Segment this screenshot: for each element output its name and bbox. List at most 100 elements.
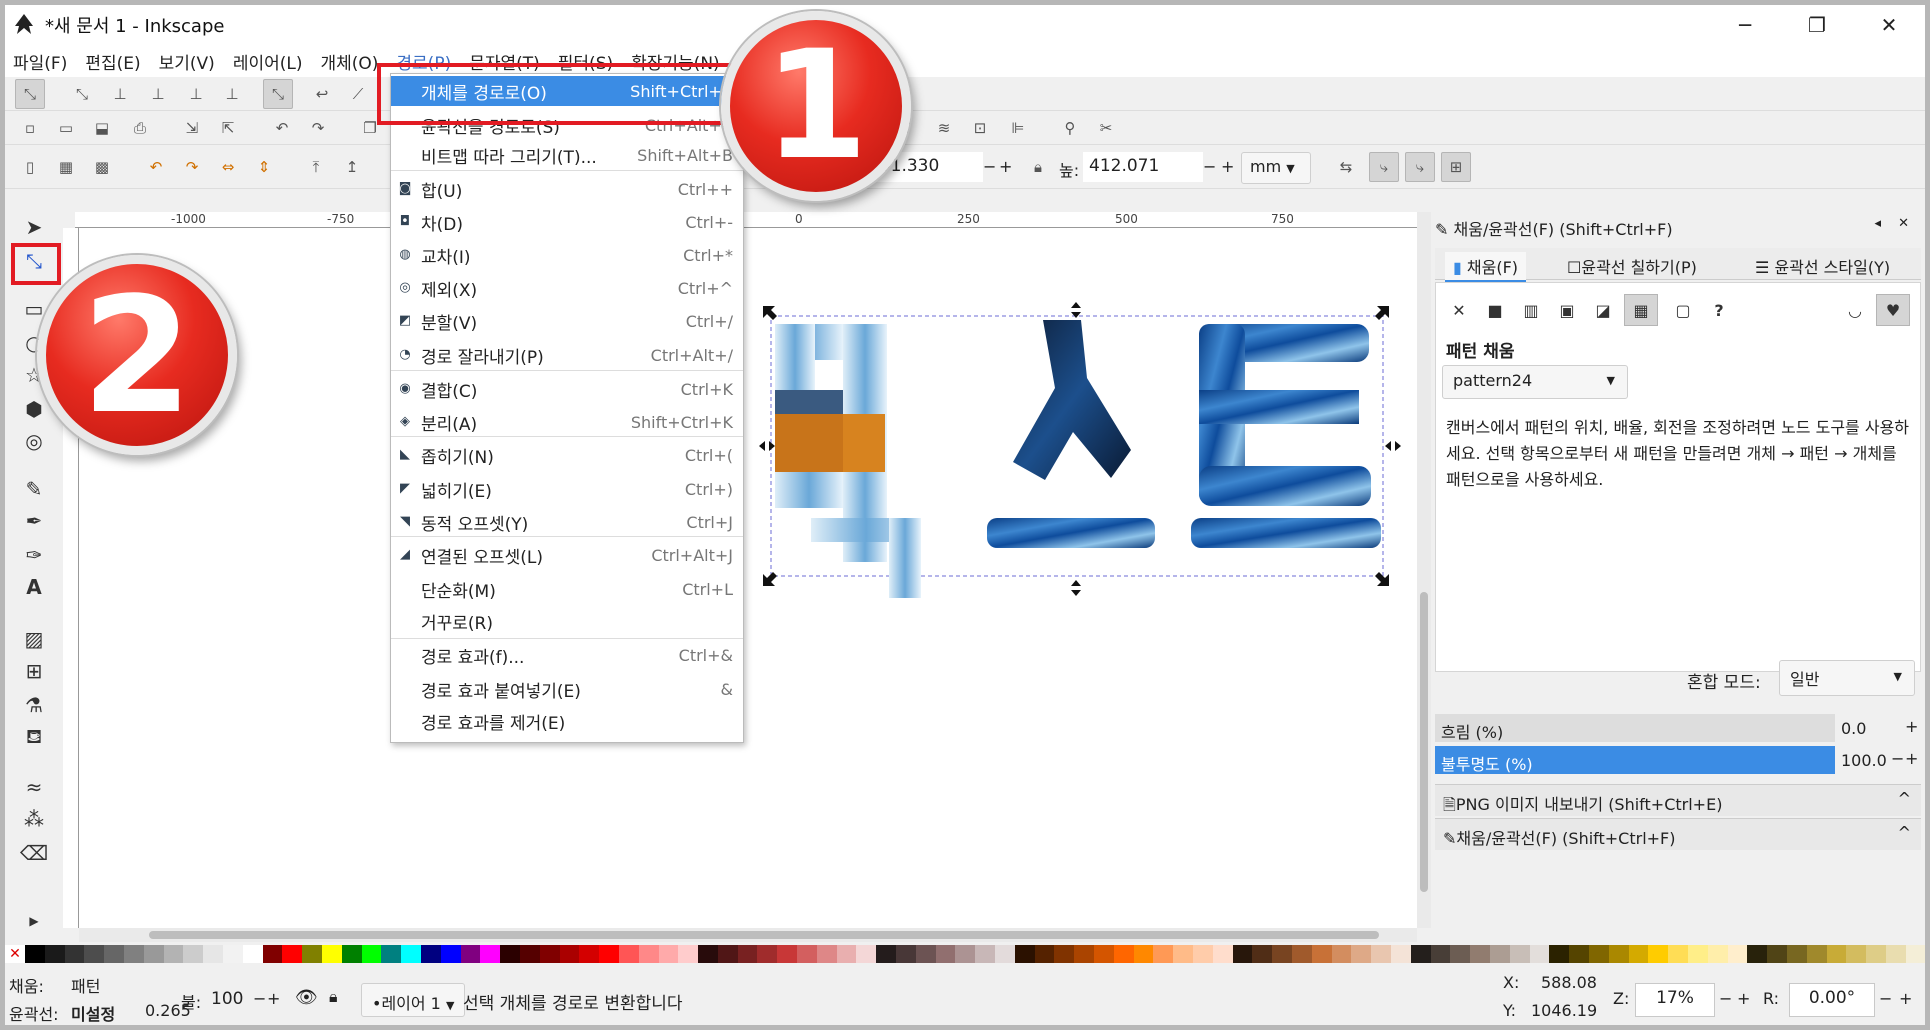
- symmetric-node-icon[interactable]: ⟋: [347, 83, 369, 105]
- document-properties-icon[interactable]: ✂: [1095, 117, 1117, 139]
- radial-gradient-icon[interactable]: ▣: [1554, 297, 1580, 323]
- maximize-button[interactable]: ❐: [1781, 5, 1853, 45]
- cusp-node-icon[interactable]: ⤡: [263, 79, 293, 109]
- menu-object[interactable]: 개체(O): [320, 49, 378, 74]
- xml-editor-icon[interactable]: ⊡: [969, 117, 991, 139]
- raise-to-top-icon[interactable]: ⤒: [305, 156, 327, 178]
- undo-icon[interactable]: ↶: [271, 117, 293, 139]
- pen-tool-icon[interactable]: ✒: [19, 506, 49, 536]
- width-decrement-button[interactable]: −: [983, 157, 996, 176]
- rotation-decrement-button[interactable]: −: [1879, 989, 1892, 1008]
- move-patterns-icon[interactable]: ⊞: [1441, 152, 1471, 182]
- blur-value[interactable]: 0.0: [1841, 719, 1866, 738]
- zoom-spin[interactable]: 17%: [1635, 983, 1715, 1017]
- height-field[interactable]: 412.071: [1083, 152, 1203, 182]
- vertical-scrollbar[interactable]: [1417, 212, 1431, 928]
- opacity-value[interactable]: 100.0: [1841, 751, 1887, 770]
- deselect-icon[interactable]: ▩: [91, 156, 113, 178]
- opacity-slider-increment-button[interactable]: +: [1905, 749, 1918, 768]
- zoom-decrement-button[interactable]: −: [1719, 989, 1732, 1008]
- raise-icon[interactable]: ↥: [341, 156, 363, 178]
- path-menu-item[interactable]: ◤ 넓히기(E) Ctrl+): [391, 474, 743, 504]
- horizontal-scroll-thumb[interactable]: [149, 931, 1379, 939]
- pattern-icon[interactable]: ▦: [1624, 294, 1658, 326]
- flat-color-icon[interactable]: ■: [1482, 297, 1508, 323]
- dock-close-icon[interactable]: ✕: [1898, 216, 1909, 231]
- opacity-slider[interactable]: 불투명도 (%): [1435, 746, 1835, 774]
- path-menu-item[interactable]: 경로 효과 붙여넣기(E) &: [391, 674, 743, 704]
- tab-stroke-paint[interactable]: ☐윤곽선 칠하기(P): [1559, 252, 1705, 280]
- path-menu-item[interactable]: ◙ 합(U) Ctrl++: [391, 174, 743, 204]
- layer-select[interactable]: •레이어 1 ▼: [361, 983, 466, 1017]
- opacity-increment-button[interactable]: +: [267, 989, 280, 1008]
- path-menu-item[interactable]: ◔ 경로 잘라내기(P) Ctrl+Alt+/: [391, 340, 743, 370]
- fill-stroke-panel-header[interactable]: ✎채움/윤곽선(F) (Shift+Ctrl+F) ^: [1435, 818, 1921, 850]
- path-menu-item[interactable]: 경로 효과(f)... Ctrl+&: [391, 640, 743, 670]
- path-menu-item[interactable]: ◎ 제외(X) Ctrl+^: [391, 273, 743, 303]
- horizontal-scrollbar[interactable]: [79, 928, 1417, 942]
- unset-paint-button[interactable]: ?: [1706, 297, 1732, 323]
- blur-slider[interactable]: 흐림 (%): [1435, 714, 1835, 742]
- linear-gradient-icon[interactable]: ▥: [1518, 297, 1544, 323]
- select-all-layers-icon[interactable]: ▦: [55, 156, 77, 178]
- preferences-icon[interactable]: ⚲: [1059, 117, 1081, 139]
- path-menu-item[interactable]: ◩ 분할(V) Ctrl+/: [391, 306, 743, 336]
- color-palette[interactable]: ✕: [5, 945, 1925, 963]
- vertical-scroll-thumb[interactable]: [1420, 592, 1428, 892]
- pencil-tool-icon[interactable]: ✎: [19, 474, 49, 504]
- tweak-tool-icon[interactable]: ≈: [19, 772, 49, 802]
- selector-tool-icon[interactable]: ➤: [19, 212, 49, 242]
- no-paint-swatch[interactable]: ✕: [5, 945, 25, 963]
- calligraphy-tool-icon[interactable]: ✑: [19, 540, 49, 570]
- expand-toolbox-icon[interactable]: ▶: [19, 906, 49, 936]
- insert-node-icon[interactable]: ⤡: [71, 83, 93, 105]
- new-document-icon[interactable]: ▫: [19, 117, 41, 139]
- evenodd-fill-icon[interactable]: ◡: [1842, 297, 1868, 323]
- tab-stroke-style[interactable]: ☰ 윤곽선 스타일(Y): [1747, 252, 1898, 280]
- path-menu-item[interactable]: ◘ 차(D) Ctrl+-: [391, 207, 743, 237]
- mesh-gradient-icon[interactable]: ◪: [1590, 297, 1616, 323]
- menu-view[interactable]: 보기(V): [159, 49, 215, 74]
- no-paint-button[interactable]: ✕: [1446, 297, 1472, 323]
- scale-corners-icon[interactable]: ⤷: [1369, 152, 1399, 182]
- minimize-button[interactable]: ─: [1709, 5, 1781, 45]
- width-increment-button[interactable]: +: [999, 157, 1012, 176]
- nonzero-fill-icon[interactable]: ♥: [1876, 294, 1910, 326]
- break-node-icon[interactable]: ⊥: [185, 83, 207, 105]
- blend-mode-select[interactable]: 일반 ▼: [1779, 660, 1915, 696]
- flip-vertical-icon[interactable]: ⇕: [253, 156, 275, 178]
- dock-pin-icon[interactable]: ◂: [1874, 216, 1881, 231]
- rotation-increment-button[interactable]: +: [1899, 989, 1912, 1008]
- redo-icon[interactable]: ↷: [307, 117, 329, 139]
- save-icon[interactable]: ⬓: [91, 117, 113, 139]
- png-export-panel-header[interactable]: 🗎︎PNG 이미지 내보내기 (Shift+Ctrl+E) ^: [1435, 784, 1921, 816]
- tab-fill[interactable]: ▮ 채움(F): [1445, 252, 1527, 283]
- stroke-value[interactable]: 미설정: [71, 1001, 115, 1025]
- path-menu-item[interactable]: ◥ 동적 오프셋(Y) Ctrl+J: [391, 507, 743, 537]
- dropper-tool-icon[interactable]: ⚗: [19, 690, 49, 720]
- spray-tool-icon[interactable]: ⁂: [19, 804, 49, 834]
- path-menu-item[interactable]: 경로 효과를 제거(E): [391, 706, 743, 736]
- layers-icon[interactable]: ≋: [933, 117, 955, 139]
- open-file-icon[interactable]: ▭: [55, 117, 77, 139]
- align-distribute-icon[interactable]: ⊫: [1007, 117, 1029, 139]
- swatch-icon[interactable]: ▢: [1670, 297, 1696, 323]
- height-decrement-button[interactable]: −: [1203, 157, 1216, 176]
- 3d-box-tool-icon[interactable]: ⬢: [19, 394, 49, 424]
- scale-stroke-icon[interactable]: ⇆: [1335, 156, 1357, 178]
- join-nodes-icon[interactable]: ⊥: [147, 83, 169, 105]
- paint-bucket-tool-icon[interactable]: ⛾: [19, 722, 49, 752]
- path-menu-item[interactable]: ◣ 좁히기(N) Ctrl+(: [391, 440, 743, 470]
- node-select-icon[interactable]: ⤡: [15, 79, 45, 109]
- select-all-icon[interactable]: ▯: [19, 156, 41, 178]
- join-segment-icon[interactable]: ⊥: [221, 83, 243, 105]
- zoom-increment-button[interactable]: +: [1737, 989, 1750, 1008]
- rotate-cw-icon[interactable]: ↷: [181, 156, 203, 178]
- fill-value[interactable]: 패턴: [71, 973, 100, 997]
- path-menu-item[interactable]: 단순화(M) Ctrl+L: [391, 574, 743, 604]
- unit-select[interactable]: mm ▼: [1241, 152, 1311, 184]
- text-tool-icon[interactable]: A: [19, 572, 49, 602]
- path-menu-item[interactable]: 비트맵 따라 그리기(T)... Shift+Alt+B: [391, 140, 743, 170]
- drawing-canvas[interactable]: [79, 228, 1417, 928]
- gradient-tool-icon[interactable]: ▨: [19, 624, 49, 654]
